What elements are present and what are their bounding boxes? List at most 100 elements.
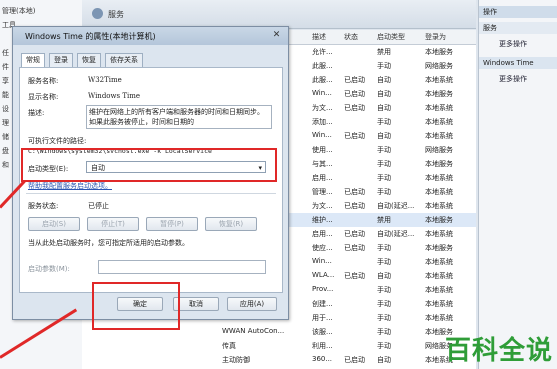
- table-row[interactable]: 主动防御 360... 已启动 自动 本地系统: [82, 353, 476, 367]
- services-title: 服务: [108, 10, 124, 19]
- gear-icon: [92, 8, 103, 19]
- pause-button[interactable]: 暂停(P): [146, 217, 198, 231]
- stop-button[interactable]: 停止(T): [87, 217, 139, 231]
- status-cell: 已启动: [344, 272, 365, 280]
- table-row[interactable]: 传真 利用... 手动 网络服务: [82, 339, 476, 353]
- more-actions-link[interactable]: 更多操作: [499, 74, 527, 84]
- startup-cell: 手动: [377, 244, 391, 252]
- desc-cell: 为文...: [312, 104, 333, 112]
- logon-cell: 本地系统: [425, 76, 453, 84]
- col-status[interactable]: 状态: [344, 32, 358, 42]
- services-header: 服务: [82, 0, 476, 29]
- startup-cell: 手动: [377, 146, 391, 154]
- actions-group-services[interactable]: 服务: [479, 22, 557, 34]
- startup-cell: 自动: [377, 356, 391, 364]
- service-status-value: 已停止: [88, 202, 109, 210]
- logon-cell: 本地系统: [425, 132, 453, 140]
- status-cell: 已启动: [344, 132, 365, 140]
- logon-cell: 本地系统: [425, 188, 453, 196]
- desc-cell: WLA...: [312, 271, 335, 279]
- status-cell: 已启动: [344, 202, 365, 210]
- startup-cell: 手动: [377, 314, 391, 322]
- startup-cell: 手动: [377, 342, 391, 350]
- logon-cell: 本地服务: [425, 216, 453, 224]
- service-status-label: 服务状态:: [28, 202, 59, 210]
- tree-item[interactable]: 能: [2, 90, 9, 100]
- watermark-logo: 百科全说: [444, 336, 553, 366]
- logon-cell: 本地系统: [425, 314, 453, 322]
- desc-cell: Win...: [312, 257, 332, 265]
- tree-item[interactable]: 盘: [2, 146, 9, 156]
- startup-cell: 手动: [377, 62, 391, 70]
- desc-cell: 启用...: [312, 230, 333, 238]
- dialog-titlebar[interactable]: Windows Time 的属性(本地计算机) ✕: [13, 27, 288, 45]
- logon-cell: 本地服务: [425, 160, 453, 168]
- desc-cell: 利用...: [312, 342, 333, 350]
- col-startup[interactable]: 启动类型: [377, 32, 405, 42]
- desc-cell: 与其...: [312, 160, 333, 168]
- more-actions-link[interactable]: 更多操作: [499, 39, 527, 49]
- tab-dependencies[interactable]: 依存关系: [105, 53, 143, 68]
- desc-cell: Win...: [312, 131, 332, 139]
- tree-item[interactable]: 和: [2, 160, 9, 170]
- dialog-title: Windows Time 的属性(本地计算机): [25, 32, 156, 41]
- startup-cell: 手动: [377, 258, 391, 266]
- status-cell: 已启动: [344, 104, 365, 112]
- display-name-value: Windows Time: [88, 92, 141, 100]
- startup-cell: 自动(延迟...: [377, 202, 415, 210]
- desc-cell: Win...: [312, 89, 332, 97]
- apply-button[interactable]: 应用(A): [227, 297, 277, 311]
- actions-pane: 操作 服务 更多操作 Windows Time 更多操作: [478, 0, 557, 369]
- logon-cell: 本地系统: [425, 174, 453, 182]
- startup-cell: 手动: [377, 174, 391, 182]
- desc-cell: 使用...: [312, 146, 333, 154]
- startup-cell: 自动: [377, 132, 391, 140]
- startup-cell: 手动: [377, 188, 391, 196]
- actions-group-windows-time[interactable]: Windows Time: [479, 57, 557, 69]
- status-cell: 已启动: [344, 90, 365, 98]
- status-cell: 已启动: [344, 356, 365, 364]
- tree-item[interactable]: 管理(本地): [2, 6, 35, 16]
- desc-cell: 此服...: [312, 62, 333, 70]
- desc-cell: 此服...: [312, 76, 333, 84]
- ok-highlight-box: [92, 282, 180, 330]
- tree-item[interactable]: 任: [2, 48, 9, 58]
- help-link[interactable]: 帮助我配置服务启动选项。: [28, 181, 112, 191]
- tree-item[interactable]: 设: [2, 104, 9, 114]
- logon-cell: 本地系统: [425, 300, 453, 308]
- tree-item[interactable]: 件: [2, 62, 9, 72]
- service-name-value: W32Time: [88, 76, 122, 84]
- divider: [26, 193, 276, 194]
- logon-cell: 本地系统: [425, 272, 453, 280]
- tree-item[interactable]: 享: [2, 76, 9, 86]
- startup-cell: 手动: [377, 160, 391, 168]
- desc-cell: 管理...: [312, 188, 333, 196]
- tree-item[interactable]: 储: [2, 132, 9, 142]
- desc-cell: 360...: [312, 355, 333, 363]
- start-button[interactable]: 启动(S): [28, 217, 80, 231]
- tree-item[interactable]: 理: [2, 118, 9, 128]
- desc-cell: 启用...: [312, 174, 333, 182]
- col-logon[interactable]: 登录为: [425, 32, 446, 42]
- logon-cell: 本地服务: [425, 48, 453, 56]
- startup-cell: 禁用: [377, 48, 391, 56]
- params-input[interactable]: [98, 260, 266, 274]
- params-hint: 当从此处启动服务时，您可指定所适用的启动参数。: [28, 239, 189, 247]
- close-icon[interactable]: ✕: [271, 30, 282, 41]
- status-cell: 已启动: [344, 76, 365, 84]
- col-desc[interactable]: 描述: [312, 32, 326, 42]
- status-cell: 已启动: [344, 188, 365, 196]
- resume-button[interactable]: 恢复(R): [205, 217, 257, 231]
- service-name-cell: 主动防御: [222, 356, 250, 364]
- startup-cell: 禁用: [377, 216, 391, 224]
- tab-logon[interactable]: 登录: [49, 53, 73, 68]
- tab-general[interactable]: 常规: [21, 53, 45, 68]
- logon-cell: 本地系统: [425, 104, 453, 112]
- description-box[interactable]: 维护在网络上的所有客户端和服务器的时间和日期同步。如果此服务被停止，时间和日期的: [86, 105, 272, 129]
- description-label: 描述:: [28, 109, 45, 117]
- logon-cell: 本地系统: [425, 202, 453, 210]
- logon-cell: 网络服务: [425, 62, 453, 70]
- desc-cell: 该服...: [312, 328, 333, 336]
- tab-recovery[interactable]: 恢复: [77, 53, 101, 68]
- startup-highlight-box: [21, 148, 277, 182]
